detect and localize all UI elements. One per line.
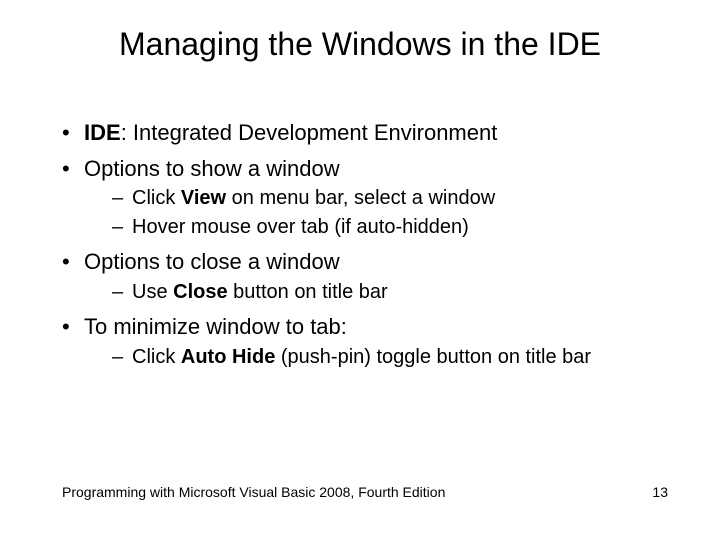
text: : Integrated Development Environment: [121, 120, 498, 145]
bold-text: Auto Hide: [181, 346, 275, 368]
footer-text: Programming with Microsoft Visual Basic …: [62, 484, 445, 500]
sub-bullet: Click View on menu bar, select a window: [112, 185, 680, 212]
slide-title: Managing the Windows in the IDE: [0, 26, 720, 63]
sub-list: Click View on menu bar, select a window …: [84, 185, 680, 241]
text: Click: [132, 346, 181, 368]
bullet-minimize-window: To minimize window to tab: Click Auto Hi…: [62, 312, 680, 371]
bold-text: IDE: [84, 120, 121, 145]
slide: Managing the Windows in the IDE IDE: Int…: [0, 0, 720, 540]
page-number: 13: [652, 484, 668, 500]
sub-bullet: Use Close button on title bar: [112, 279, 680, 306]
text: Use: [132, 281, 173, 303]
bold-text: View: [181, 187, 226, 209]
text: on menu bar, select a window: [226, 187, 495, 209]
text: Hover mouse over tab (if auto-hidden): [132, 216, 469, 238]
bold-text: Close: [173, 281, 227, 303]
bullet-list: IDE: Integrated Development Environment …: [62, 118, 680, 371]
text: To minimize window to tab:: [84, 314, 347, 339]
slide-content: IDE: Integrated Development Environment …: [62, 118, 680, 377]
sub-list: Use Close button on title bar: [84, 279, 680, 306]
bullet-show-window: Options to show a window Click View on m…: [62, 154, 680, 242]
text: Options to close a window: [84, 249, 340, 274]
text: (push-pin) toggle button on title bar: [275, 346, 591, 368]
bullet-close-window: Options to close a window Use Close butt…: [62, 247, 680, 306]
sub-bullet: Click Auto Hide (push-pin) toggle button…: [112, 344, 680, 371]
bullet-ide: IDE: Integrated Development Environment: [62, 118, 680, 148]
text: Click: [132, 187, 181, 209]
sub-bullet: Hover mouse over tab (if auto-hidden): [112, 214, 680, 241]
text: Options to show a window: [84, 156, 340, 181]
sub-list: Click Auto Hide (push-pin) toggle button…: [84, 344, 680, 371]
text: button on title bar: [228, 281, 388, 303]
